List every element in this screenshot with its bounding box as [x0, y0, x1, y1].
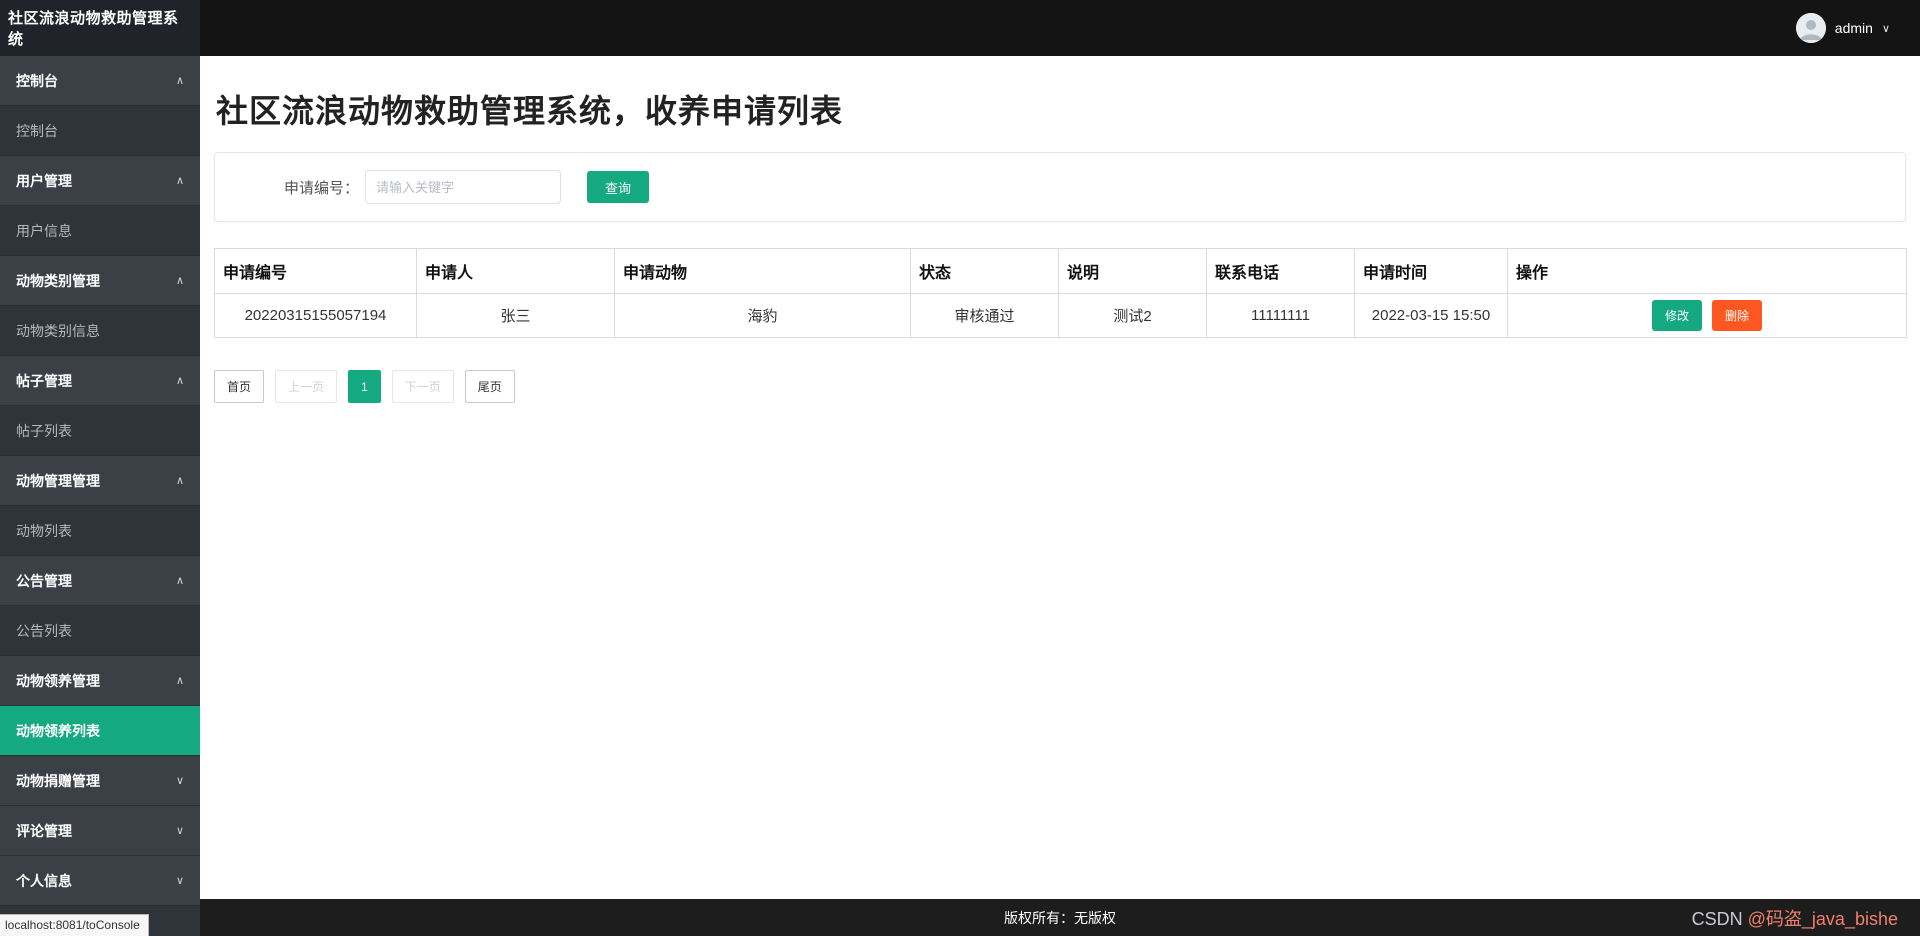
user-menu[interactable]: admin ∨: [1795, 13, 1920, 43]
sidebar-group[interactable]: 动物管理管理 ∧: [0, 456, 200, 506]
column-header: 说明: [1058, 248, 1207, 294]
table-cell: 审核通过: [910, 293, 1059, 338]
sidebar-group-label: 个人信息: [16, 872, 72, 889]
page-button-nav[interactable]: 尾页: [464, 370, 515, 403]
sidebar-item[interactable]: 公告列表: [0, 606, 200, 656]
chevron-up-icon: ∧: [175, 375, 184, 387]
sidebar-group-label: 动物捐赠管理: [16, 772, 100, 789]
user-avatar-icon: [1795, 13, 1826, 43]
sidebar-group[interactable]: 控制台 ∧: [0, 56, 200, 106]
actions-cell: 修改 删除: [1507, 293, 1907, 338]
sidebar-item[interactable]: 用户信息: [0, 206, 200, 256]
chevron-down-icon: ∨: [175, 875, 184, 887]
sidebar-item[interactable]: 动物领养列表: [0, 706, 200, 756]
status-bar-link: localhost:8081/toConsole: [0, 914, 149, 936]
sidebar-group-label: 帖子管理: [16, 372, 72, 389]
chevron-up-icon: ∧: [175, 275, 184, 287]
username: admin: [1834, 20, 1873, 36]
sidebar-item[interactable]: 动物列表: [0, 506, 200, 556]
sidebar-group[interactable]: 个人信息 ∨: [0, 856, 200, 906]
column-header: 状态: [910, 248, 1059, 294]
sidebar-group-label: 控制台: [16, 72, 58, 89]
sidebar-group[interactable]: 公告管理 ∧: [0, 556, 200, 606]
search-label: 申请编号：: [283, 179, 359, 197]
column-header: 申请时间: [1354, 248, 1508, 294]
footer: 版权所有：无版权 CSDN @码盗_java_bishe: [200, 899, 1920, 936]
chevron-down-icon: ∨: [1881, 22, 1890, 35]
chevron-up-icon: ∧: [175, 475, 184, 487]
sidebar-group-label: 公告管理: [16, 572, 72, 589]
table-cell: 2022-03-15 15:50: [1354, 293, 1508, 338]
table-cell: 测试2: [1058, 293, 1207, 338]
applications-table: 申请编号 申请人 申请动物 状态 说明 联系电话 申请时间 操作 20220315155057…: [214, 248, 1907, 338]
page-button-current[interactable]: 1: [348, 370, 381, 403]
sidebar-group-label: 动物领养管理: [16, 672, 100, 689]
table-cell: 海豹: [614, 293, 911, 338]
watermark-prefix: CSDN: [1691, 908, 1748, 929]
page-button-nav[interactable]: 首页: [214, 370, 265, 403]
topbar: 社区流浪动物救助管理系统 admin ∨: [0, 0, 1920, 56]
table-body: 20220315155057194 张三 海豹 审核通过 测试2 11111111 2022…: [214, 293, 1907, 338]
column-header: 联系电话: [1206, 248, 1355, 294]
sidebar-group-label: 动物管理管理: [16, 472, 100, 489]
sidebar-group[interactable]: 评论管理 ∨: [0, 806, 200, 856]
app-title: 社区流浪动物救助管理系统: [0, 0, 200, 56]
chevron-up-icon: ∧: [175, 175, 184, 187]
watermark: CSDN @码盗_java_bishe: [1692, 905, 1898, 931]
main-content: 社区流浪动物救助管理系统，收养申请列表 申请编号： 查询 申请编号申请人申请动物…: [200, 56, 1920, 899]
chevron-down-icon: ∨: [175, 825, 184, 837]
sidebar-group[interactable]: 动物捐赠管理 ∨: [0, 756, 200, 806]
sidebar-group[interactable]: 动物领养管理 ∧: [0, 656, 200, 706]
sidebar-group-label: 评论管理: [16, 822, 72, 839]
chevron-up-icon: ∧: [175, 75, 184, 87]
avatar[interactable]: [1795, 13, 1826, 43]
watermark-handle: @码盗_java_bishe: [1747, 908, 1898, 929]
table-row: 20220315155057194 张三 海豹 审核通过 测试2 11111111 2022…: [214, 293, 1907, 338]
chevron-down-icon: ∨: [175, 775, 184, 787]
sidebar-group-label: 动物类别管理: [16, 272, 100, 289]
copyright-text: 版权所有：无版权: [1004, 909, 1116, 926]
page-title: 社区流浪动物救助管理系统，收养申请列表: [216, 93, 844, 129]
sidebar-menu: 控制台 ∧ 控制台 用户管理 ∧ 用户信息 动物类别管理 ∧ 动物类别信息 帖子管理 ∧ 帖子列表 动物…: [0, 56, 200, 936]
chevron-up-icon: ∧: [175, 675, 184, 687]
search-input[interactable]: [365, 170, 561, 204]
column-header: 申请人: [416, 248, 615, 294]
chevron-up-icon: ∧: [175, 575, 184, 587]
sidebar-group[interactable]: 用户管理 ∧: [0, 156, 200, 206]
table-cell: 张三: [416, 293, 615, 338]
page-button-nav[interactable]: 上一页: [275, 370, 338, 403]
page-button-nav[interactable]: 下一页: [391, 370, 454, 403]
sidebar-item[interactable]: 帖子列表: [0, 406, 200, 456]
sidebar-item[interactable]: 控制台: [0, 106, 200, 156]
column-header: 操作: [1507, 248, 1907, 294]
search-panel: 申请编号： 查询: [214, 152, 1906, 222]
sidebar-item[interactable]: 动物类别信息: [0, 306, 200, 356]
table-cell: 20220315155057194: [214, 293, 417, 338]
search-button[interactable]: 查询: [587, 171, 649, 203]
edit-button[interactable]: 修改: [1651, 300, 1702, 331]
table-header-row: 申请编号 申请人 申请动物 状态 说明 联系电话 申请时间 操作: [214, 248, 1907, 294]
column-header: 申请编号: [214, 248, 417, 294]
column-header: 申请动物: [614, 248, 911, 294]
sidebar-group[interactable]: 帖子管理 ∧: [0, 356, 200, 406]
sidebar-group[interactable]: 动物类别管理 ∧: [0, 256, 200, 306]
delete-button[interactable]: 删除: [1712, 300, 1763, 331]
sidebar-group-label: 用户管理: [16, 172, 72, 189]
pagination: 首页 上一页 1 下一页 尾页: [214, 370, 1906, 403]
table-cell: 11111111: [1206, 293, 1355, 338]
